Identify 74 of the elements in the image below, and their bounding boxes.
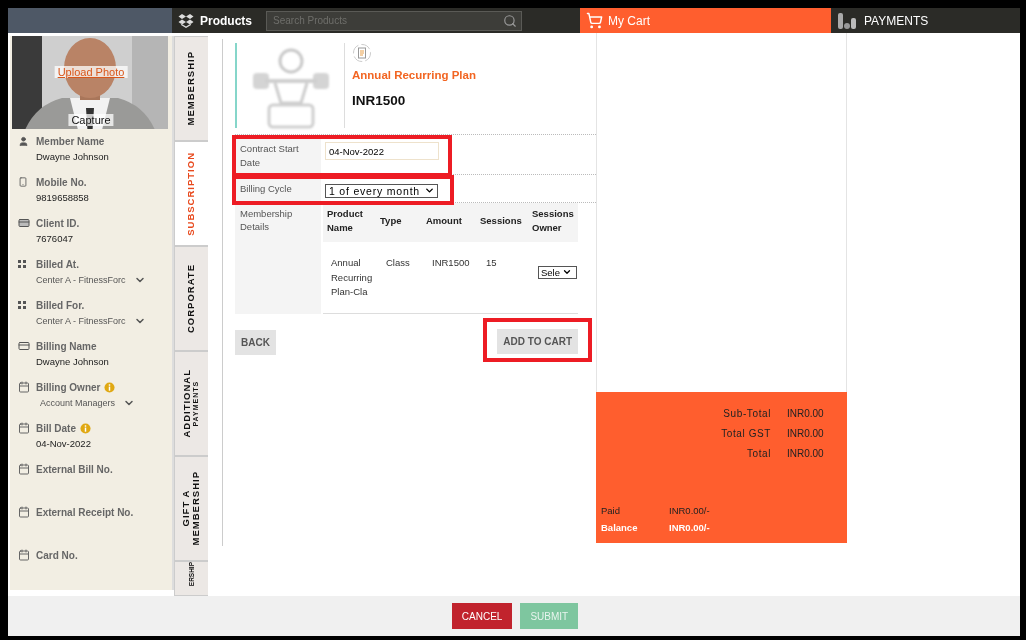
field-label: Client ID. (36, 217, 80, 229)
side-tab[interactable]: CORPORATE (174, 246, 208, 351)
calendar-icon (18, 463, 30, 475)
search-icon[interactable] (503, 13, 517, 28)
total-value: INR0.00 (787, 448, 825, 459)
form-label: Contract Start Date (235, 138, 321, 174)
cycle-select[interactable]: 1 of every month (325, 183, 438, 198)
boxes-icon (178, 12, 194, 29)
column-header: Amount (426, 213, 463, 228)
table-cell-text: Annual Recurring Plan-Cla (331, 255, 374, 300)
field-value: 7676047 (36, 233, 74, 244)
table-cell-text: 15 (486, 255, 498, 270)
column-header: Sessions (480, 213, 523, 228)
back-button[interactable]: BACK (235, 329, 276, 355)
field-value: 9819658858 (36, 192, 90, 203)
form-label: Membership Details (235, 202, 321, 314)
plan-title: Annual Recurring Plan (352, 69, 476, 81)
field-label: External Receipt No. (36, 506, 134, 518)
table-cell-text: INR1500 (432, 255, 471, 270)
person-icon (18, 135, 29, 147)
calendar-icon (18, 381, 30, 393)
cart-title: My Cart (608, 13, 650, 28)
select-value[interactable]: Center A - FitnessForc (36, 275, 126, 285)
balance-label: Balance (601, 522, 639, 533)
column-header: Sessions Owner (532, 206, 575, 236)
dots-icon (18, 301, 26, 309)
balance-label: Paid (601, 505, 621, 516)
calendar-icon (18, 506, 30, 518)
dots-icon (18, 260, 26, 268)
select-value[interactable]: Account Managers (40, 398, 116, 408)
total-label: Total (745, 448, 771, 459)
payments-title: PAYMENTS (864, 13, 929, 28)
balance-value: INR0.00/- (669, 522, 711, 533)
total-label: Sub-Total (722, 408, 771, 419)
card-icon (18, 340, 30, 352)
field-label: Billing Name (36, 340, 97, 352)
field-label: Billed For. (36, 299, 85, 311)
select-value[interactable]: Center A - FitnessForc (36, 316, 126, 326)
field-value: Dwayne Johnson (36, 356, 110, 367)
total-value: INR0.00 (787, 408, 825, 419)
balance-value: INR0.00/- (669, 505, 711, 516)
field-value: Dwayne Johnson (36, 151, 110, 162)
field-label: External Bill No. (36, 463, 113, 475)
field-label: Bill Date (36, 422, 76, 434)
side-tab[interactable]: GIFT A MEMBERSHIP (174, 456, 208, 561)
add-to-cart-button[interactable]: ADD TO CART (497, 328, 578, 354)
total-value: INR0.00 (787, 428, 825, 439)
field-value: 04-Nov-2022 (36, 438, 92, 449)
field-label: Card No. (36, 549, 78, 561)
cancel-button[interactable]: CANCEL (451, 603, 513, 629)
cart-icon (586, 12, 603, 29)
upload-photo-link[interactable]: Upload Photo (54, 66, 128, 78)
side-tab[interactable]: SUBSCRIPTION (174, 141, 208, 246)
column-header: Type (380, 213, 403, 228)
form-label: Billing Cycle (235, 177, 321, 202)
id-card-icon (18, 217, 30, 229)
total-label: Total GST (720, 428, 771, 439)
field-label: Mobile No. (36, 176, 87, 188)
calendar-icon (18, 422, 30, 434)
calendar-icon (18, 549, 30, 561)
date-input[interactable]: 04-Nov-2022 (325, 142, 439, 160)
field-label: Member Name (36, 135, 105, 147)
coins-icon (837, 11, 859, 30)
plan-price: INR1500 (352, 93, 407, 108)
products-title: Products (200, 13, 252, 28)
table-cell-text: Class (386, 255, 411, 270)
field-label: Billed At. (36, 258, 79, 270)
capture-link[interactable]: Capture (68, 114, 114, 126)
document-icon (352, 43, 372, 63)
owner-select[interactable]: Sele (538, 265, 577, 279)
field-label: Billing Owner (36, 381, 101, 393)
side-tab[interactable]: MEMBERSHIP (174, 36, 208, 141)
mobile-icon (18, 177, 28, 187)
column-header: Product Name (327, 206, 364, 236)
